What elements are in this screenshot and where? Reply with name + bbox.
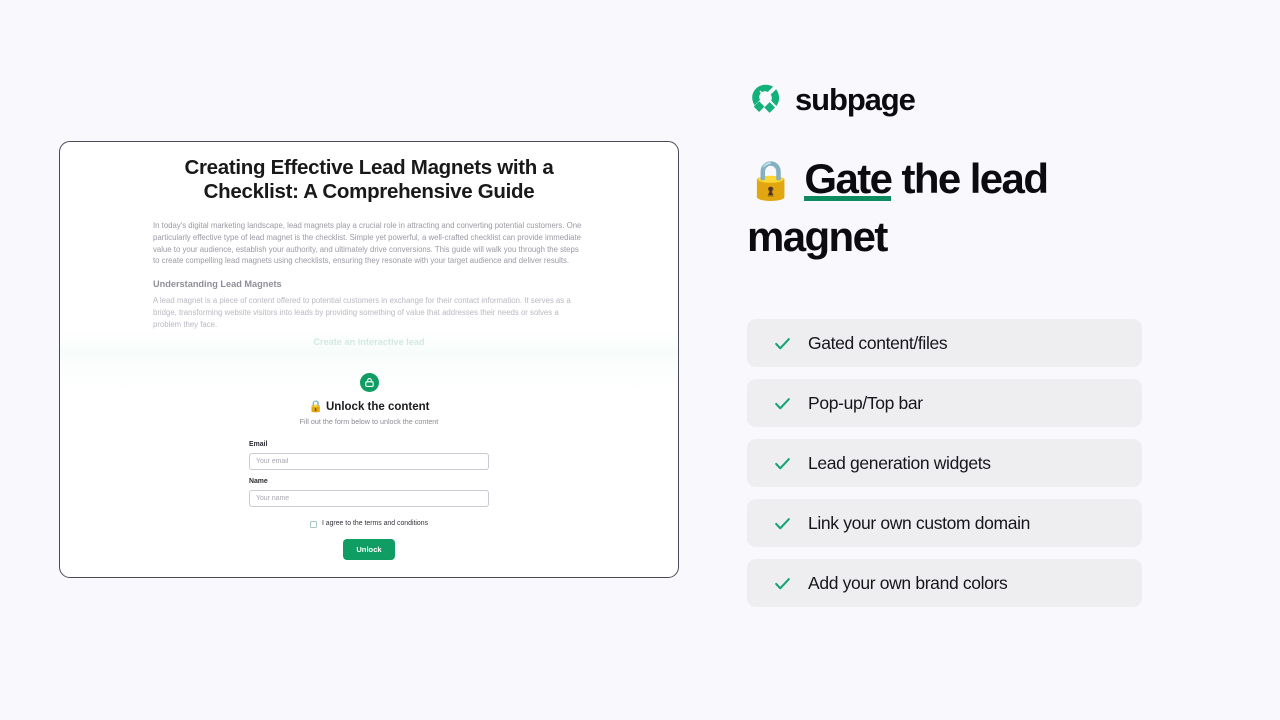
article-faded-text: Create an interactive lead <box>313 336 425 347</box>
feature-label: Pop-up/Top bar <box>808 392 923 413</box>
feature-row-custom-domain[interactable]: Link your own custom domain <box>747 499 1142 547</box>
check-icon <box>775 577 790 589</box>
magnet-icon <box>752 84 780 113</box>
email-field[interactable] <box>249 453 489 470</box>
lock-emoji-icon: 🔒 <box>747 160 795 202</box>
feature-row-brand-colors[interactable]: Add your own brand colors <box>747 559 1142 607</box>
gate-title-text: Unlock the content <box>326 401 430 413</box>
page-root: Creating Effective Lead Magnets with a C… <box>0 0 1280 720</box>
email-field-label: Email <box>249 441 268 448</box>
article-title: Creating Effective Lead Magnets with a C… <box>184 156 554 203</box>
terms-agreement-row[interactable]: I agree to the terms and conditions <box>60 519 678 529</box>
headline-underlined-word: Gate <box>804 155 893 204</box>
article-subheading: Understanding Lead Magnets <box>153 279 282 290</box>
lock-icon <box>359 373 379 392</box>
feature-label: Add your own brand colors <box>808 572 1008 593</box>
unlock-button[interactable]: Unlock <box>343 539 395 560</box>
gated-page-preview-card: Creating Effective Lead Magnets with a C… <box>59 141 679 578</box>
feature-list: Gated content/files Pop-up/Top bar Lead … <box>747 319 1142 607</box>
lead-capture-form: Email Name <box>249 440 489 507</box>
article-content: Creating Effective Lead Magnets with a C… <box>60 142 678 347</box>
article-paragraph: In today's digital marketing landscape, … <box>153 221 582 266</box>
check-icon <box>775 517 790 529</box>
terms-label: I agree to the terms and conditions <box>321 520 429 527</box>
marketing-column: subpage 🔒 Gate the lead magnet Gated con… <box>747 72 1167 607</box>
feature-row-gated-content[interactable]: Gated content/files <box>747 319 1142 367</box>
page-title: 🔒 Gate the lead magnet <box>747 151 1159 264</box>
field-spacer <box>249 470 489 477</box>
article-paragraph-2: A lead magnet is a piece of content offe… <box>153 296 571 329</box>
name-field[interactable] <box>249 490 489 507</box>
feature-row-popup-topbar[interactable]: Pop-up/Top bar <box>747 379 1142 427</box>
gate-title: 🔒 Unlock the content <box>60 400 678 414</box>
feature-label: Link your own custom domain <box>808 512 1031 533</box>
feature-label: Lead generation widgets <box>808 452 991 473</box>
gate-title-emoji: 🔒 <box>308 401 323 413</box>
brand-lockup: subpage <box>747 72 1167 128</box>
feature-label: Gated content/files <box>808 332 948 353</box>
check-icon <box>775 337 790 349</box>
brand-name: subpage <box>795 82 916 117</box>
feature-row-lead-widgets[interactable]: Lead generation widgets <box>747 439 1142 487</box>
unlock-gate: 🔒 Unlock the content Fill out the form b… <box>60 373 678 560</box>
name-field-label: Name <box>249 478 268 485</box>
terms-checkbox[interactable] <box>309 520 317 528</box>
check-icon <box>775 457 790 469</box>
gate-subtitle: Fill out the form below to unlock the co… <box>299 417 439 426</box>
check-icon <box>775 397 790 409</box>
